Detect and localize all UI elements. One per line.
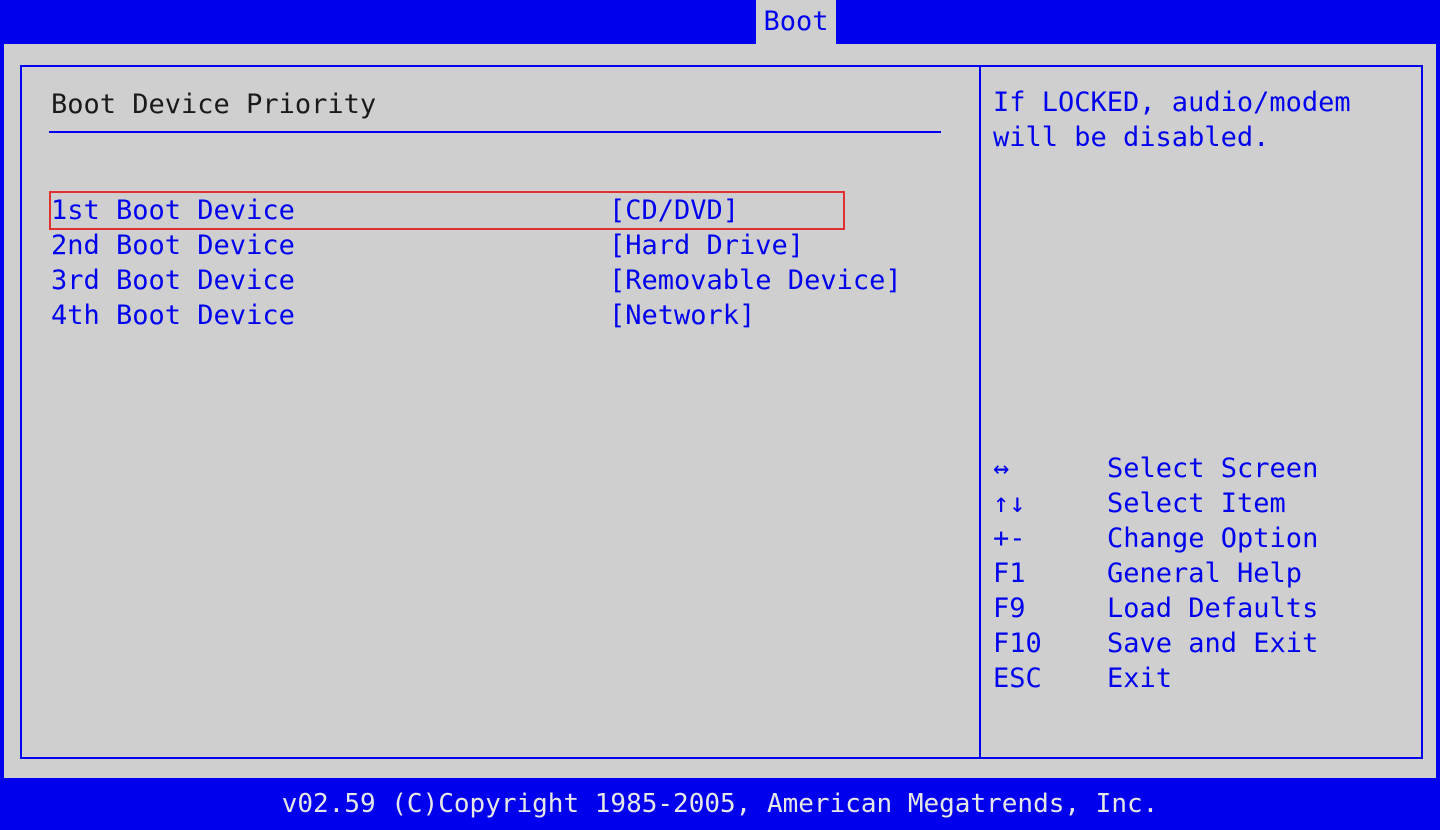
- key-description: Change Option: [1107, 523, 1319, 554]
- key-legend-row: ESC Exit: [993, 661, 1423, 696]
- key-legend-row: ↑↓ Select Item: [993, 486, 1423, 521]
- boot-device-label: 3rd Boot Device: [51, 265, 295, 296]
- key-legend-row: F9 Load Defaults: [993, 591, 1423, 626]
- boot-device-value[interactable]: [Hard Drive]: [609, 228, 804, 263]
- key-description: Select Screen: [1107, 453, 1319, 484]
- key-legend-row: F10 Save and Exit: [993, 626, 1423, 661]
- title-underline: [49, 131, 941, 133]
- f9-key: F9: [993, 593, 1026, 624]
- esc-key: ESC: [993, 663, 1042, 694]
- f1-key: F1: [993, 558, 1026, 589]
- plus-minus-key: +-: [993, 523, 1026, 554]
- key-description: Save and Exit: [1107, 628, 1319, 659]
- boot-device-label: 2nd Boot Device: [51, 230, 295, 261]
- key-description: General Help: [1107, 558, 1303, 589]
- boot-device-row-1[interactable]: 1st Boot Device [CD/DVD]: [49, 191, 845, 230]
- menu-bar: Boot: [0, 0, 1440, 44]
- key-legend: ↔ Select Screen ↑↓ Select Item +- Change…: [993, 451, 1423, 696]
- key-legend-row: +- Change Option: [993, 521, 1423, 556]
- key-description: Select Item: [1107, 488, 1286, 519]
- arrow-up-down-icon: ↑↓: [993, 488, 1026, 519]
- boot-device-value[interactable]: [Network]: [609, 298, 755, 333]
- boot-device-label: 1st Boot Device: [51, 195, 295, 226]
- boot-device-label: 4th Boot Device: [51, 300, 295, 331]
- main-panel: Boot Device Priority 1st Boot Device [CD…: [4, 44, 1436, 778]
- boot-device-value[interactable]: [CD/DVD]: [609, 193, 739, 228]
- boot-device-row-2[interactable]: 2nd Boot Device [Hard Drive]: [51, 228, 951, 263]
- copyright-footer: v02.59 (C)Copyright 1985-2005, American …: [0, 778, 1440, 830]
- panel-divider: [979, 67, 981, 757]
- tab-boot[interactable]: Boot: [756, 0, 836, 44]
- key-legend-row: ↔ Select Screen: [993, 451, 1423, 486]
- key-description: Exit: [1107, 663, 1173, 694]
- arrow-left-right-icon: ↔: [993, 453, 1010, 484]
- boot-device-row-4[interactable]: 4th Boot Device [Network]: [51, 298, 951, 333]
- bios-screen: Boot Boot Device Priority 1st Boot Devic…: [0, 0, 1440, 830]
- item-help-text: If LOCKED, audio/modem will be disabled.: [993, 87, 1351, 153]
- boot-device-value[interactable]: [Removable Device]: [609, 263, 902, 298]
- key-description: Load Defaults: [1107, 593, 1319, 624]
- section-title: Boot Device Priority: [51, 89, 377, 120]
- f10-key: F10: [993, 628, 1042, 659]
- key-legend-row: F1 General Help: [993, 556, 1423, 591]
- boot-device-row-3[interactable]: 3rd Boot Device [Removable Device]: [51, 263, 951, 298]
- content-frame: Boot Device Priority 1st Boot Device [CD…: [20, 65, 1423, 759]
